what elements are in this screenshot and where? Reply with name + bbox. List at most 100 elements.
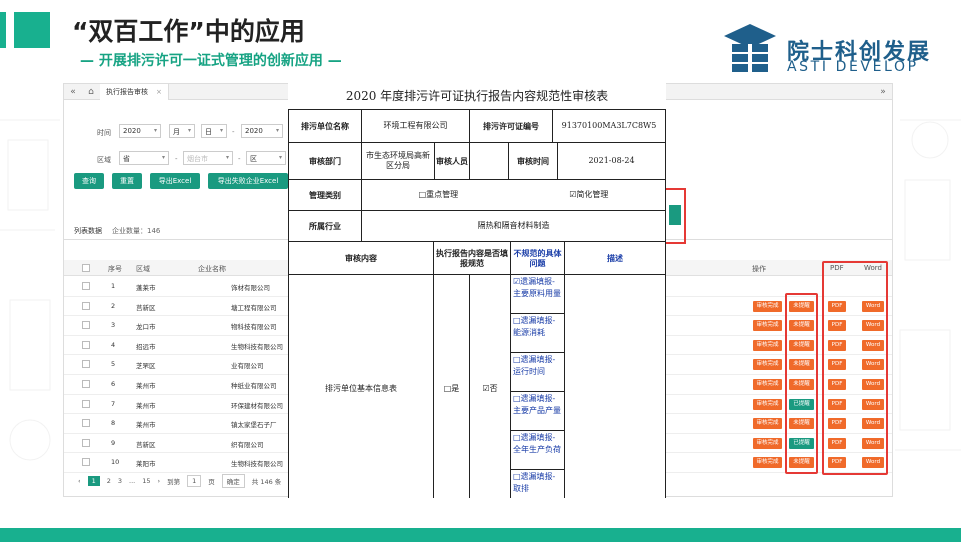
select-all-checkbox[interactable] (82, 264, 90, 272)
slide-subtitle: — 开展排污许可一证式管理的创新应用 — (80, 53, 342, 69)
asti-logo-icon (724, 24, 776, 72)
yes-option: □是 (433, 274, 470, 498)
issue-item: □遗漏填报-能源消耗 (510, 313, 565, 353)
prev-page-button[interactable]: ‹ (78, 477, 81, 485)
page-15-button[interactable]: 15 (142, 477, 150, 485)
row-index: 7 (111, 399, 116, 408)
page-number-input[interactable]: 1 (187, 475, 202, 487)
page-3-button[interactable]: 3 (118, 477, 122, 485)
audit-status-button[interactable]: 审核完成 (753, 418, 782, 430)
month-from-select[interactable]: 月 ▾ (169, 124, 195, 138)
page-ellipsis: ... (129, 477, 136, 485)
row-region: 龙口市 (136, 323, 156, 332)
audit-status-button[interactable]: 审核完成 (753, 379, 782, 390)
chevron-down-icon: ▾ (278, 154, 282, 161)
row-region: 莱州市 (136, 401, 156, 410)
permit-value: 91370100MA3L7C8W5 (552, 109, 666, 143)
province-value: 省 (123, 155, 130, 163)
mgmt-key-option: □重点管理 (418, 189, 459, 199)
time-label: 审核时间 (508, 142, 558, 180)
row-checkbox[interactable] (82, 301, 90, 310)
query-button[interactable]: 查询 (74, 173, 104, 189)
city-select[interactable]: 烟台市 ▾ (183, 151, 233, 165)
issue-item: □遗漏填报-全年生产负荷 (510, 430, 565, 470)
home-icon[interactable]: ⌂ (82, 87, 100, 97)
row-checkbox[interactable] (82, 340, 90, 349)
audit-status-button[interactable]: 审核完成 (753, 437, 782, 449)
tab-scroll-right-icon[interactable]: » (874, 87, 892, 97)
issue-item: □遗漏填报-运行时间 (510, 352, 565, 392)
audit-status-button[interactable]: 审核完成 (753, 300, 782, 312)
row-company: 塘工程有限公司 (231, 303, 277, 312)
year-from-value: 2020 (123, 127, 141, 135)
row-region: 莒新区 (136, 303, 156, 312)
audit-form-document: 2020 年度排污许可证执行报告内容规范性审核表 排污单位名称 环境工程有限公司… (288, 83, 666, 498)
total-count: 共 146 条 (251, 478, 282, 486)
issue-item: □遗漏填报-取排 (510, 469, 565, 498)
province-select[interactable]: 省 ▾ (119, 151, 169, 165)
page-2-button[interactable]: 2 (107, 477, 111, 485)
region-separator-2: - (238, 155, 241, 163)
audit-status-button[interactable]: 审核完成 (753, 339, 782, 351)
tab-audit-report[interactable]: 执行报告审核 × (100, 84, 169, 100)
reset-button[interactable]: 重置 (112, 173, 142, 189)
industry-value: 隔热和隔音材料制造 (361, 210, 666, 242)
row-region: 招远市 (136, 342, 156, 351)
year-to-select[interactable]: 2020 ▾ (241, 124, 283, 138)
row-company: 生物科技有限公司 (231, 460, 283, 469)
row-checkbox[interactable] (82, 321, 90, 330)
page-1-button[interactable]: 1 (87, 476, 100, 486)
col-index: 序号 (108, 265, 122, 273)
mgmt-label: 管理类别 (288, 179, 362, 211)
chevron-down-icon: ▾ (161, 154, 165, 161)
logo-english-text: ASTI DEVELOP (787, 59, 919, 75)
region-label: 区域 (97, 156, 111, 164)
row-region: 莱州市 (136, 382, 156, 390)
time-label: 时间 (97, 129, 111, 137)
goto-confirm-button[interactable]: 确定 (221, 474, 245, 488)
district-select[interactable]: 区 ▾ (246, 151, 286, 165)
row-index: 9 (111, 438, 116, 447)
row-company: 业有限公司 (231, 362, 264, 371)
time-value: 2021-08-24 (557, 142, 666, 180)
tab-scroll-left-icon[interactable]: « (64, 87, 82, 97)
tab-list-data[interactable]: 列表数据 (74, 226, 102, 236)
row-checkbox[interactable] (82, 419, 90, 428)
issue-item: ☑遗漏填报-主要原料用量 (510, 274, 565, 314)
row-checkbox[interactable] (82, 458, 90, 467)
accent-bar (0, 12, 6, 48)
unit-name-value: 环境工程有限公司 (361, 109, 470, 143)
district-value: 区 (250, 155, 257, 163)
year-from-select[interactable]: 2020 ▾ (119, 124, 161, 138)
row-company: 种纸业有限公司 (231, 382, 277, 390)
day-from-select[interactable]: 日 ▾ (201, 124, 227, 138)
close-icon[interactable]: × (156, 88, 162, 96)
bottom-accent-bar (0, 528, 961, 542)
no-option: ☑否 (469, 274, 511, 498)
row-checkbox[interactable] (82, 438, 90, 447)
row-checkbox[interactable] (82, 282, 90, 290)
goto-label: 到第 (167, 478, 181, 486)
export-excel-button[interactable]: 导出Excel (150, 173, 200, 189)
export-fail-excel-button[interactable]: 导出失败企业Excel (208, 173, 288, 189)
audit-status-button[interactable]: 审核完成 (753, 359, 782, 371)
year-to-value: 2020 (245, 127, 263, 135)
day-from-value: 日 (205, 128, 212, 136)
row-region: 莒新区 (136, 440, 156, 449)
row-index: 3 (111, 321, 116, 330)
row-company: 镇太家堡石子厂 (231, 421, 277, 430)
col-region: 区域 (136, 265, 150, 273)
row-company: 织有限公司 (231, 440, 264, 449)
row-checkbox[interactable] (82, 399, 90, 408)
audit-status-button[interactable]: 审核完成 (753, 320, 782, 332)
month-from-value: 月 (173, 128, 180, 136)
dept-value: 市生态环境局高新区分局 (361, 142, 435, 180)
audit-status-button[interactable]: 审核完成 (753, 398, 782, 410)
next-page-button[interactable]: › (158, 477, 161, 485)
row-checkbox[interactable] (82, 360, 90, 369)
hidden-green-button (669, 205, 681, 225)
row-region: 莱州市 (136, 421, 156, 430)
row-checkbox[interactable] (82, 380, 90, 388)
audit-status-button[interactable]: 审核完成 (753, 457, 782, 469)
section-label: 排污单位基本信息表 (288, 274, 434, 498)
